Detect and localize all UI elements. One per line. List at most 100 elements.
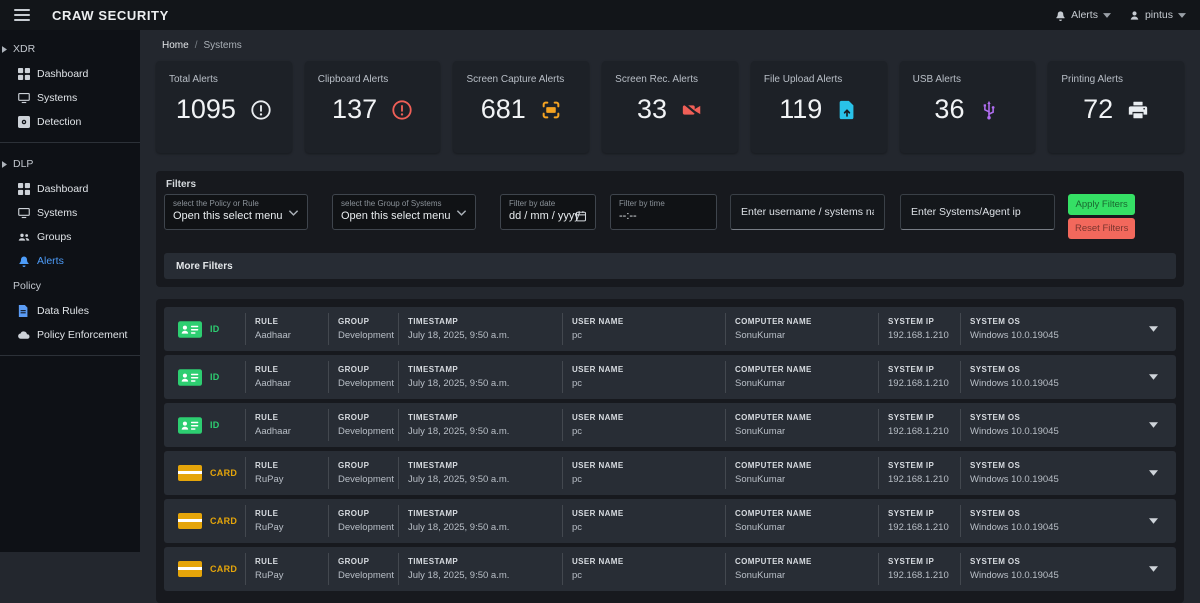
reset-filters-button[interactable]: Reset Filters (1068, 218, 1136, 239)
time-filter-input[interactable]: Filter by time --:-- (610, 194, 717, 230)
cell-timestamp: July 18, 2025, 9:50 a.m. (408, 570, 510, 581)
column-header: TIMESTAMP (408, 317, 459, 326)
cell-system-os: Windows 10.0.19045 (970, 330, 1059, 341)
alerts-table: ID RULE Aadhaar GROUP Development TIMESTAM… (156, 299, 1184, 603)
column-header: RULE (255, 365, 279, 374)
apply-filters-button[interactable]: Apply Filters (1068, 194, 1136, 215)
sidebar-item-policy-enforcement[interactable]: Policy Enforcement (0, 323, 140, 347)
row-type-cell: ID (164, 416, 245, 434)
sidebar-item-xdr-systems[interactable]: Systems (0, 86, 140, 110)
agent-ip-input[interactable] (900, 194, 1055, 230)
sidebar-section-xdr[interactable]: XDR (0, 36, 140, 62)
row-expand-caret[interactable] (1149, 422, 1176, 428)
id-card-icon (178, 368, 202, 386)
dashboard-grid-icon (18, 68, 30, 80)
cell-rule: RuPay (255, 474, 284, 485)
table-row: ID RULE Aadhaar GROUP Development TIMESTAM… (164, 307, 1176, 351)
column-header: SYSTEM IP (888, 509, 935, 518)
cell-user-name: pc (572, 474, 583, 485)
row-expand-caret[interactable] (1149, 518, 1176, 524)
column-header: RULE (255, 413, 279, 422)
column-header: RULE (255, 317, 279, 326)
stat-card-label: Screen Rec. Alerts (615, 74, 698, 85)
sidebar-item-data-rules[interactable]: Data Rules (0, 299, 140, 323)
column-header: TIMESTAMP (408, 461, 459, 470)
alerts-dropdown-label: Alerts (1071, 9, 1098, 21)
row-expand-caret[interactable] (1149, 470, 1176, 476)
stat-card-value: 119 (779, 94, 823, 124)
column-header: USER NAME (572, 365, 624, 374)
calendar-icon[interactable] (575, 210, 587, 222)
sidebar-item-dlp-alerts[interactable]: Alerts (0, 249, 140, 273)
group-systems-select[interactable]: select the Group of Systems Open this se… (332, 194, 476, 230)
policy-rule-select[interactable]: select the Policy or Rule Open this sele… (164, 194, 308, 230)
credit-card-icon (178, 561, 202, 577)
sidebar-item-dlp-dashboard[interactable]: Dashboard (0, 177, 140, 201)
column-header: SYSTEM IP (888, 557, 935, 566)
dashboard-grid-icon (18, 183, 30, 195)
screen-capture-icon (540, 99, 562, 121)
username-systems-input[interactable] (730, 194, 885, 230)
stat-card-screen-rec-alerts: Screen Rec. Alerts 33 (602, 61, 738, 153)
cell-system-ip: 192.168.1.210 (888, 330, 949, 341)
stat-card-total-alerts: Total Alerts 1095 (156, 61, 292, 153)
sidebar-item-label: Data Rules (37, 305, 89, 317)
column-header: COMPUTER NAME (735, 365, 812, 374)
column-header: COMPUTER NAME (735, 461, 812, 470)
cell-rule: Aadhaar (255, 378, 291, 389)
sidebar-item-xdr-dashboard[interactable]: Dashboard (0, 62, 140, 86)
breadcrumb-separator: / (194, 40, 198, 51)
stat-card-label: Clipboard Alerts (317, 74, 389, 85)
sidebar-divider (0, 355, 140, 356)
printer-icon (1127, 99, 1149, 121)
credit-card-icon (178, 465, 202, 481)
cell-system-os: Windows 10.0.19045 (970, 426, 1059, 437)
column-header: TIMESTAMP (408, 365, 459, 374)
cell-rule: RuPay (255, 522, 284, 533)
monitor-icon (18, 207, 30, 219)
row-expand-caret[interactable] (1149, 374, 1176, 380)
stat-card-label: Total Alerts (169, 74, 218, 85)
column-header: SYSTEM IP (888, 413, 935, 422)
hamburger-menu-icon[interactable] (14, 8, 30, 22)
select-value: Open this select menu (173, 210, 283, 222)
sidebar-section-dlp[interactable]: DLP (0, 151, 140, 177)
cell-group: Development (338, 474, 394, 485)
cell-user-name: pc (572, 522, 583, 533)
cell-timestamp: July 18, 2025, 9:50 a.m. (408, 378, 510, 389)
column-header: SYSTEM OS (970, 317, 1021, 326)
more-filters-toggle[interactable]: More Filters (164, 253, 1176, 279)
stat-card-printing-alerts: Printing Alerts 72 (1048, 61, 1185, 153)
sidebar-item-xdr-detection[interactable]: Detection (0, 110, 140, 134)
row-expand-caret[interactable] (1149, 566, 1176, 572)
alerts-dropdown[interactable]: Alerts (1055, 9, 1111, 21)
row-type-cell: CARD (164, 513, 245, 529)
cell-group: Development (338, 378, 394, 389)
exclamation-circle-icon (250, 99, 272, 121)
stat-card-screen-capture-alerts: Screen Capture Alerts 681 (453, 61, 590, 153)
select-label: select the Policy or Rule (173, 199, 259, 208)
cell-rule: RuPay (255, 570, 284, 581)
breadcrumb-home-link[interactable]: Home (162, 40, 189, 51)
sidebar-item-dlp-systems[interactable]: Systems (0, 201, 140, 225)
row-type-label: ID (210, 420, 220, 430)
id-card-icon (178, 320, 202, 338)
column-header: RULE (255, 557, 279, 566)
date-filter-input[interactable]: Filter by date dd / mm / yyyy (500, 194, 596, 230)
cell-computer-name: SonuKumar (735, 522, 786, 533)
cell-group: Development (338, 522, 394, 533)
sidebar-item-label: Systems (37, 92, 78, 104)
cell-system-ip: 192.168.1.210 (888, 474, 949, 485)
stat-card-label: USB Alerts (912, 74, 961, 85)
sidebar-item-dlp-groups[interactable]: Groups (0, 225, 140, 249)
video-slash-icon (681, 99, 703, 121)
column-header: SYSTEM IP (888, 461, 935, 470)
row-expand-caret[interactable] (1149, 326, 1176, 332)
table-row: ID RULE Aadhaar GROUP Development TIMESTAM… (164, 403, 1176, 447)
table-row: ID RULE Aadhaar GROUP Development TIMESTAM… (164, 355, 1176, 399)
user-dropdown[interactable]: pintus (1129, 9, 1186, 21)
column-header: SYSTEM OS (970, 365, 1021, 374)
stat-card-label: Printing Alerts (1061, 74, 1124, 85)
sidebar-section-policy[interactable]: Policy (0, 273, 140, 299)
column-header: SYSTEM IP (888, 365, 935, 374)
